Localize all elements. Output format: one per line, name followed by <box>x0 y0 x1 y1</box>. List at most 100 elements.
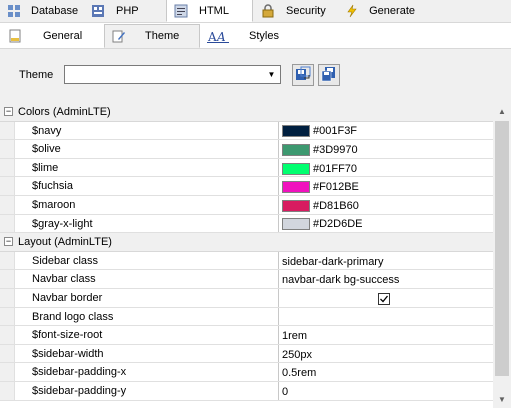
property-name: Brand logo class <box>15 307 279 326</box>
color-hex-value: #F012BE <box>313 181 359 194</box>
property-value-text: 0 <box>282 385 289 398</box>
property-value[interactable]: 0 <box>279 382 493 400</box>
property-row[interactable]: $maroon #D81B60 <box>0 195 493 215</box>
property-row[interactable]: Sidebar class sidebar-dark-primary <box>0 251 493 271</box>
save-theme-button[interactable] <box>318 64 340 86</box>
property-row[interactable]: $sidebar-width 250px <box>0 344 493 364</box>
property-row[interactable]: $navy #001F3F <box>0 121 493 141</box>
color-swatch[interactable] <box>282 181 310 194</box>
navbar-border-checkbox[interactable] <box>378 292 390 305</box>
tab-database[interactable]: Database <box>0 0 83 22</box>
property-row[interactable]: $sidebar-padding-y 0 <box>0 381 493 401</box>
property-value[interactable] <box>279 289 493 307</box>
property-row[interactable]: Brand logo class <box>0 307 493 327</box>
property-name: $gray-x-light <box>15 214 279 233</box>
property-name: Navbar class <box>15 270 279 288</box>
lock-icon <box>260 3 276 19</box>
svg-text:A: A <box>216 30 226 43</box>
vertical-scrollbar[interactable]: ▲ ▼ <box>493 103 511 408</box>
property-value[interactable]: sidebar-dark-primary <box>279 252 493 270</box>
property-row[interactable]: $gray-x-light #D2D6DE <box>0 214 493 234</box>
theme-select[interactable]: ▼ <box>64 65 281 84</box>
category-label: Colors (AdminLTE) <box>18 106 111 118</box>
tab-label: Security <box>286 5 326 17</box>
tab-html[interactable]: HTML <box>166 0 253 22</box>
tab-styles[interactable]: AA Styles <box>200 24 290 48</box>
row-gutter <box>0 326 15 344</box>
property-row[interactable]: $fuchsia #F012BE <box>0 177 493 196</box>
tab-theme[interactable]: Theme <box>104 24 200 48</box>
property-name: $font-size-root <box>15 326 279 344</box>
tab-label: HTML <box>199 4 229 17</box>
color-hex-value: #3D9970 <box>313 143 358 156</box>
tab-label: General <box>43 30 83 42</box>
color-swatch[interactable] <box>282 199 310 212</box>
tab-security[interactable]: Security <box>253 0 337 22</box>
category-row-colors[interactable]: − Colors (AdminLTE) <box>0 103 493 122</box>
chevron-down-icon[interactable]: ▼ <box>264 67 279 82</box>
property-value[interactable]: 250px <box>279 345 493 363</box>
property-row[interactable]: $lime #01FF70 <box>0 158 493 178</box>
tab-generate[interactable]: Generate <box>337 0 424 22</box>
tab-label: Styles <box>249 30 279 42</box>
color-hex-value: #D2D6DE <box>313 218 363 231</box>
property-value[interactable]: 0.5rem <box>279 363 493 381</box>
property-value[interactable]: #D81B60 <box>279 196 493 214</box>
color-swatch[interactable] <box>282 125 310 138</box>
category-row-layout[interactable]: − Layout (AdminLTE) <box>0 233 493 252</box>
color-swatch[interactable] <box>282 143 310 156</box>
theme-icon <box>111 28 127 44</box>
row-gutter <box>0 214 15 233</box>
property-row[interactable]: $olive #3D9970 <box>0 140 493 159</box>
lightning-icon <box>344 3 359 19</box>
row-gutter <box>0 251 15 270</box>
database-icon <box>7 3 21 19</box>
load-theme-button[interactable] <box>292 64 314 86</box>
collapse-icon[interactable]: − <box>4 107 13 116</box>
property-value-text: sidebar-dark-primary <box>282 255 384 268</box>
property-value[interactable]: #F012BE <box>279 177 493 195</box>
property-row[interactable]: $font-size-root 1rem <box>0 326 493 345</box>
php-icon <box>90 3 106 19</box>
tab-php[interactable]: PHP <box>83 0 166 22</box>
category-label: Layout (AdminLTE) <box>18 236 112 249</box>
property-grid: − Colors (AdminLTE) $navy #001F3F $olive #3… <box>0 103 493 408</box>
html-icon <box>173 3 189 19</box>
color-hex-value: #01FF70 <box>313 162 358 175</box>
document-icon <box>7 28 23 44</box>
property-value[interactable]: #3D9970 <box>279 140 493 158</box>
property-value[interactable]: #D2D6DE <box>279 215 493 233</box>
property-row[interactable]: Navbar class navbar-dark bg-success <box>0 270 493 289</box>
scroll-thumb[interactable] <box>495 121 509 376</box>
property-row[interactable]: Navbar border <box>0 288 493 308</box>
main-tab-bar: Database PHP HTML Security Generate <box>0 0 511 23</box>
property-value-text: 1rem <box>282 329 308 342</box>
property-name: $lime <box>15 158 279 177</box>
property-row[interactable]: $sidebar-padding-x 0.5rem <box>0 363 493 382</box>
property-value[interactable]: 1rem <box>279 326 493 344</box>
row-gutter <box>0 307 15 326</box>
row-gutter <box>0 158 15 177</box>
save-theme-icon <box>321 66 337 85</box>
theme-toolbar: Theme ▼ <box>0 48 511 103</box>
property-value[interactable]: navbar-dark bg-success <box>279 270 493 288</box>
color-swatch[interactable] <box>282 218 310 231</box>
row-gutter <box>0 288 15 307</box>
row-gutter <box>0 121 15 140</box>
color-swatch[interactable] <box>282 162 310 175</box>
load-theme-icon <box>295 66 311 85</box>
property-value-text: 0.5rem <box>282 367 317 380</box>
property-value[interactable]: #01FF70 <box>279 159 493 177</box>
collapse-icon[interactable]: − <box>4 237 13 247</box>
property-name: $fuchsia <box>15 177 279 195</box>
property-name: $olive <box>15 140 279 158</box>
property-name: $sidebar-width <box>15 344 279 363</box>
property-value[interactable]: #001F3F <box>279 122 493 140</box>
tab-label: PHP <box>116 5 139 17</box>
tab-general[interactable]: General <box>0 24 104 48</box>
scroll-up-icon[interactable]: ▲ <box>493 103 511 120</box>
styles-icon: AA <box>207 28 229 44</box>
property-value[interactable] <box>279 308 493 326</box>
property-name: Sidebar class <box>15 251 279 270</box>
scroll-down-icon[interactable]: ▼ <box>493 391 511 408</box>
